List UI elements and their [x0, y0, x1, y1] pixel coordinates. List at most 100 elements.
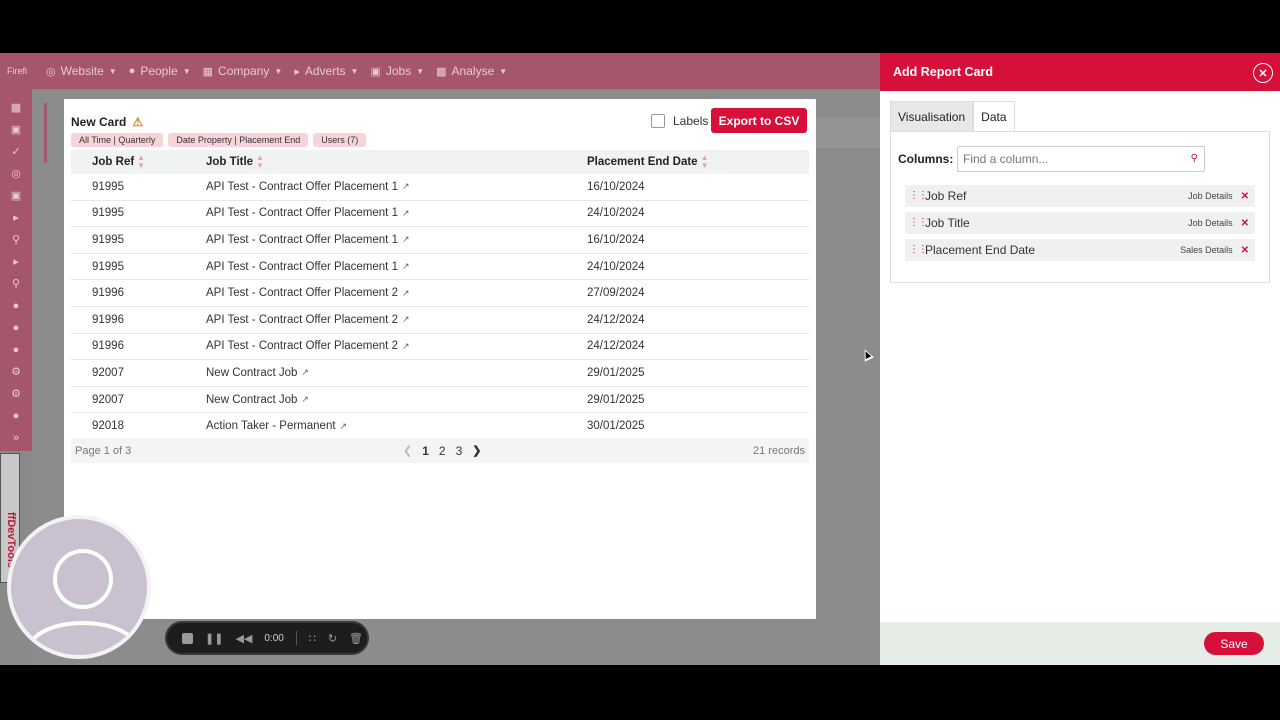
globe-icon[interactable]: ◎: [9, 167, 23, 181]
external-link-icon[interactable]: ↗: [402, 261, 410, 272]
remove-icon[interactable]: ✕: [1241, 191, 1249, 202]
grid-icon[interactable]: ∷: [309, 632, 316, 645]
users-icon[interactable]: ●: [9, 321, 23, 335]
cell-job-title[interactable]: API Test - Contract Offer Placement 2 ↗: [206, 314, 587, 326]
external-link-icon[interactable]: ↗: [402, 288, 410, 299]
expand-icon[interactable]: »: [9, 431, 23, 445]
cell-job-title[interactable]: API Test - Contract Offer Placement 1 ↗: [206, 234, 587, 246]
job-title-link[interactable]: API Test - Contract Offer Placement 1: [206, 234, 398, 246]
column-header-placement-end-date[interactable]: Placement End Date ▲ ▼: [587, 154, 809, 170]
tab-data[interactable]: Data: [973, 101, 1015, 132]
megaphone-icon[interactable]: ▸: [9, 255, 23, 269]
pause-icon[interactable]: ❚❚: [205, 632, 223, 645]
external-link-icon[interactable]: ↗: [402, 181, 410, 192]
sort-icon[interactable]: ▲ ▼: [701, 154, 709, 170]
drag-handle-icon[interactable]: ⋮⋮: [909, 191, 928, 201]
nav-item-analyse[interactable]: ▩ Analyse ▼: [436, 64, 507, 78]
search-icon[interactable]: ⚲: [9, 277, 23, 291]
left-sidebar: ▩ ▣ ✓ ◎ ▣ ▸ ⚲ ▸ ⚲ ● ● ● ⚙ ⚙ ● »: [0, 89, 32, 451]
nav-item-website[interactable]: ◎ Website ▼: [46, 64, 117, 78]
page-button-1[interactable]: 1: [422, 444, 429, 458]
drag-handle-icon[interactable]: ⋮⋮: [909, 245, 928, 255]
cell-job-title[interactable]: New Contract Job ↗: [206, 394, 587, 406]
column-search[interactable]: ⚲: [957, 146, 1205, 172]
user-icon[interactable]: ●: [9, 343, 23, 357]
page-button-3[interactable]: 3: [456, 444, 463, 458]
job-title-link[interactable]: API Test - Contract Offer Placement 2: [206, 340, 398, 352]
job-title-link[interactable]: New Contract Job: [206, 394, 297, 406]
chart-icon[interactable]: ▩: [9, 101, 23, 115]
remove-icon[interactable]: ✕: [1241, 245, 1249, 256]
cell-job-title[interactable]: API Test - Contract Offer Placement 1 ↗: [206, 181, 587, 193]
external-link-icon[interactable]: ↗: [301, 367, 309, 378]
column-search-input[interactable]: [958, 152, 1178, 166]
caret-down-icon: ▼: [274, 66, 283, 76]
search-icon[interactable]: ⚲: [1191, 153, 1198, 164]
megaphone-icon[interactable]: ▸: [9, 211, 23, 225]
external-link-icon[interactable]: ↗: [402, 234, 410, 245]
briefcase-icon[interactable]: ▣: [9, 123, 23, 137]
labels-toggle[interactable]: Labels: [651, 114, 708, 128]
external-link-icon[interactable]: ↗: [301, 394, 309, 405]
column-header-job-ref[interactable]: Job Ref ▲ ▼: [71, 154, 206, 170]
chevron-left-icon[interactable]: ❮: [403, 444, 412, 457]
job-title-link[interactable]: API Test - Contract Offer Placement 1: [206, 181, 398, 193]
divider: [295, 631, 297, 645]
save-button[interactable]: Save: [1204, 632, 1264, 655]
labels-checkbox[interactable]: [651, 114, 665, 128]
nav-item-people[interactable]: ● People ▼: [129, 64, 191, 78]
selected-column-item[interactable]: ⋮⋮ Job Title Job Details ✕: [905, 212, 1255, 234]
cell-job-title[interactable]: API Test - Contract Offer Placement 1 ↗: [206, 261, 587, 273]
cell-job-title[interactable]: API Test - Contract Offer Placement 2 ↗: [206, 340, 587, 352]
nav-item-jobs[interactable]: ▣ Jobs ▼: [370, 64, 424, 78]
filter-chip[interactable]: All Time | Quarterly: [71, 133, 164, 147]
remove-icon[interactable]: ✕: [1241, 218, 1249, 229]
external-link-icon[interactable]: ↗: [340, 421, 348, 432]
page-button-2[interactable]: 2: [439, 444, 446, 458]
cell-job-title[interactable]: API Test - Contract Offer Placement 2 ↗: [206, 287, 587, 299]
column-header-label: Job Ref: [92, 156, 135, 168]
cell-placement-end-date: 16/10/2024: [587, 180, 645, 193]
external-link-icon[interactable]: ↗: [402, 208, 410, 219]
external-link-icon[interactable]: ↗: [402, 314, 410, 325]
external-link-icon[interactable]: ↗: [402, 341, 410, 352]
chevron-right-icon[interactable]: ❯: [472, 444, 481, 457]
cell-job-title[interactable]: API Test - Contract Offer Placement 1 ↗: [206, 207, 587, 219]
search-icon[interactable]: ⚲: [9, 233, 23, 247]
gear-icon[interactable]: ⚙: [9, 365, 23, 379]
job-title-link[interactable]: API Test - Contract Offer Placement 1: [206, 261, 398, 273]
sort-icon[interactable]: ▲ ▼: [137, 154, 145, 170]
job-title-link[interactable]: Action Taker - Permanent: [206, 420, 336, 432]
selected-column-item[interactable]: ⋮⋮ Placement End Date Sales Details ✕: [905, 239, 1255, 261]
records-count: 21 records: [753, 444, 805, 457]
nav-item-company[interactable]: ▦ Company ▼: [203, 64, 283, 78]
close-icon[interactable]: ✕: [1253, 63, 1273, 83]
drag-handle-icon[interactable]: ⋮⋮: [909, 218, 928, 228]
selected-column-item[interactable]: ⋮⋮ Job Ref Job Details ✕: [905, 185, 1255, 207]
report-card-preview: New Card ⚠ All Time | Quarterly Date Pro…: [64, 99, 816, 619]
cell-job-title[interactable]: Action Taker - Permanent ↗: [206, 420, 587, 432]
job-title-link[interactable]: API Test - Contract Offer Placement 2: [206, 314, 398, 326]
filter-chip[interactable]: Date Property | Placement End: [168, 133, 309, 147]
job-title-link[interactable]: New Contract Job: [206, 367, 297, 379]
gear-icon[interactable]: ⚙: [9, 387, 23, 401]
job-title-link[interactable]: API Test - Contract Offer Placement 1: [206, 207, 398, 219]
nav-item-adverts[interactable]: ▸ Adverts ▼: [294, 64, 358, 78]
export-csv-button[interactable]: Export to CSV: [711, 108, 807, 133]
job-title-link[interactable]: API Test - Contract Offer Placement 2: [206, 287, 398, 299]
restart-icon[interactable]: ↻: [328, 632, 337, 645]
rewind-icon[interactable]: ◀◀: [235, 632, 252, 645]
check-icon[interactable]: ✓: [9, 145, 23, 159]
sort-icon[interactable]: ▲ ▼: [256, 154, 264, 170]
column-header-job-title[interactable]: Job Title ▲ ▼: [206, 154, 587, 170]
user-icon[interactable]: ●: [9, 299, 23, 313]
filter-chip[interactable]: Users (7): [313, 133, 367, 147]
trash-icon[interactable]: 🗑: [349, 632, 363, 645]
stop-icon[interactable]: [182, 632, 193, 644]
briefcase-icon[interactable]: ▣: [9, 189, 23, 203]
column-header-label: Placement End Date: [587, 156, 698, 168]
cell-job-title[interactable]: New Contract Job ↗: [206, 367, 587, 379]
user-icon[interactable]: ●: [9, 409, 23, 423]
tab-visualisation[interactable]: Visualisation: [890, 101, 974, 132]
cell-placement-end-date: 16/10/2024: [587, 233, 645, 246]
